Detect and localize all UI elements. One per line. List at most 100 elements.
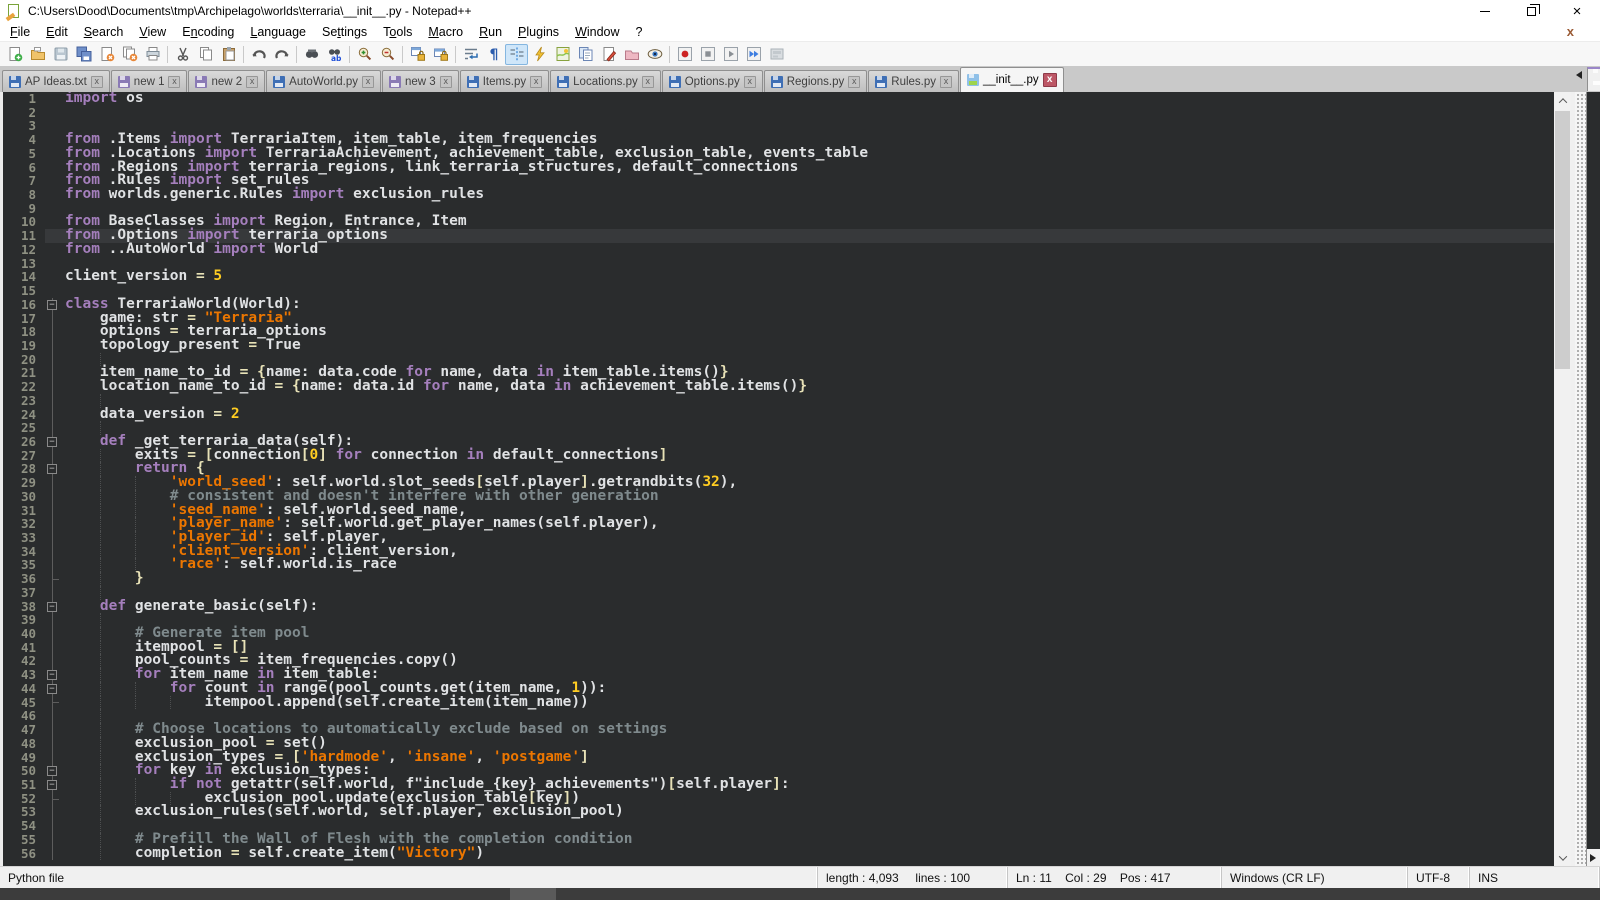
macro-play-icon[interactable]	[719, 44, 742, 65]
line-number[interactable]: 4	[3, 133, 45, 147]
line-number[interactable]: 30	[3, 490, 45, 504]
fold-margin[interactable]	[45, 257, 61, 271]
code-line-36[interactable]: 36 }	[3, 572, 1554, 586]
menu-edit[interactable]: Edit	[38, 23, 76, 41]
zoom-out-icon[interactable]	[376, 44, 399, 65]
function-list-icon[interactable]	[528, 44, 551, 65]
line-number[interactable]: 53	[3, 805, 45, 819]
code-line-24[interactable]: 24 data_version = 2	[3, 408, 1554, 422]
tab-close-icon[interactable]: x	[91, 76, 103, 88]
macro-run-multiple-icon[interactable]	[742, 44, 765, 65]
fold-margin[interactable]	[45, 696, 61, 710]
fold-margin[interactable]: −	[45, 435, 61, 449]
tab--init-py[interactable]: __init__.pyx	[960, 67, 1064, 92]
document-switcher-icon[interactable]	[574, 44, 597, 65]
line-number[interactable]: 10	[3, 215, 45, 229]
line-number[interactable]: 14	[3, 270, 45, 284]
menu-macro[interactable]: Macro	[420, 23, 471, 41]
line-number[interactable]: 45	[3, 696, 45, 710]
cut-icon[interactable]	[171, 44, 194, 65]
close-doc-icon[interactable]	[95, 44, 118, 65]
fold-margin[interactable]	[45, 792, 61, 806]
line-number[interactable]: 21	[3, 366, 45, 380]
menu-search[interactable]: Search	[76, 23, 132, 41]
menu-window[interactable]: Window	[567, 23, 627, 41]
line-number[interactable]: 18	[3, 325, 45, 339]
fold-margin[interactable]	[45, 339, 61, 353]
macro-save-icon[interactable]	[765, 44, 788, 65]
line-number[interactable]: 31	[3, 504, 45, 518]
line-number[interactable]: 28	[3, 462, 45, 476]
fold-margin[interactable]	[45, 312, 61, 326]
fold-margin[interactable]	[45, 106, 61, 120]
fold-margin[interactable]	[45, 476, 61, 490]
line-number[interactable]: 7	[3, 174, 45, 188]
new-file-icon[interactable]	[3, 44, 26, 65]
line-number[interactable]: 39	[3, 613, 45, 627]
line-number[interactable]: 48	[3, 737, 45, 751]
line-number[interactable]: 8	[3, 188, 45, 202]
scroll-up-icon[interactable]	[1554, 92, 1571, 109]
tab-new-2[interactable]: new 2x	[188, 70, 265, 92]
line-number[interactable]: 19	[3, 339, 45, 353]
line-number[interactable]: 26	[3, 435, 45, 449]
code-line-14[interactable]: 14client_version = 5	[3, 270, 1554, 284]
tab-close-icon[interactable]: x	[642, 76, 654, 88]
line-number[interactable]: 44	[3, 682, 45, 696]
menu-tools[interactable]: Tools	[375, 23, 420, 41]
folder-as-workspace-icon[interactable]	[620, 44, 643, 65]
macro-stop-icon[interactable]	[696, 44, 719, 65]
fold-margin[interactable]: −	[45, 764, 61, 778]
line-number[interactable]: 36	[3, 572, 45, 586]
tab-regions-py[interactable]: Regions.pyx	[764, 70, 868, 92]
menu-view[interactable]: View	[131, 23, 174, 41]
fold-margin[interactable]	[45, 202, 61, 216]
line-number[interactable]: 12	[3, 243, 45, 257]
fold-margin[interactable]	[45, 709, 61, 723]
fold-margin[interactable]	[45, 229, 61, 243]
fold-margin[interactable]: −	[45, 668, 61, 682]
tab-ap-ideas-txt[interactable]: AP Ideas.txtx	[2, 70, 110, 92]
status-eol-format[interactable]: Windows (CR LF)	[1222, 867, 1408, 888]
fold-margin[interactable]: −	[45, 778, 61, 792]
fold-margin[interactable]	[45, 847, 61, 861]
fold-margin[interactable]	[45, 270, 61, 284]
fold-margin[interactable]	[45, 613, 61, 627]
fold-margin[interactable]	[45, 531, 61, 545]
document-map-icon[interactable]	[551, 44, 574, 65]
code-line-27[interactable]: 27 exits = [connection[0] for connection…	[3, 449, 1554, 463]
fold-margin[interactable]: −	[45, 682, 61, 696]
tab-close-icon[interactable]: x	[940, 76, 952, 88]
open-folder-icon[interactable]	[26, 44, 49, 65]
line-number[interactable]: 25	[3, 421, 45, 435]
line-number[interactable]: 3	[3, 119, 45, 133]
redo-icon[interactable]	[270, 44, 293, 65]
scrollbar-thumb[interactable]	[1555, 111, 1570, 369]
line-number[interactable]: 11	[3, 229, 45, 243]
fold-margin[interactable]	[45, 133, 61, 147]
second-view-tab-fragment[interactable]	[1587, 67, 1600, 91]
paste-icon[interactable]	[217, 44, 240, 65]
fold-margin[interactable]	[45, 805, 61, 819]
sync-horizontal-icon[interactable]	[429, 44, 452, 65]
menu-language[interactable]: Language	[242, 23, 314, 41]
line-number[interactable]: 32	[3, 517, 45, 531]
menu-help[interactable]: ?	[628, 23, 651, 41]
show-all-characters-icon[interactable]: ¶	[482, 44, 505, 65]
menu-plugins[interactable]: Plugins	[510, 23, 567, 41]
fold-margin[interactable]	[45, 654, 61, 668]
scroll-down-icon[interactable]	[1554, 849, 1571, 866]
line-number[interactable]: 24	[3, 408, 45, 422]
tab-close-icon[interactable]: x	[530, 76, 542, 88]
tab-close-icon[interactable]: x	[1043, 73, 1057, 87]
line-number[interactable]: 29	[3, 476, 45, 490]
line-number[interactable]: 37	[3, 586, 45, 600]
fold-margin[interactable]	[45, 394, 61, 408]
find-icon[interactable]	[300, 44, 323, 65]
tab-close-icon[interactable]: x	[362, 76, 374, 88]
fold-margin[interactable]	[45, 558, 61, 572]
fold-margin[interactable]	[45, 449, 61, 463]
line-number[interactable]: 40	[3, 627, 45, 641]
tab-autoworld-py[interactable]: AutoWorld.pyx	[266, 70, 381, 92]
close-all-docs-icon[interactable]	[118, 44, 141, 65]
